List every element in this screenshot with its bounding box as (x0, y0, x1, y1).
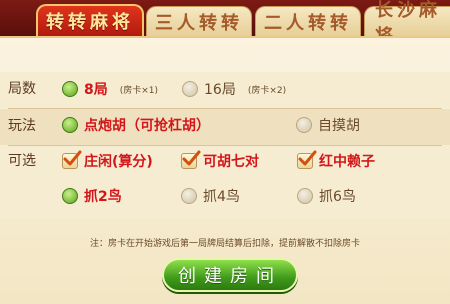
radio-selected-icon (62, 81, 78, 97)
radio-unselected-icon (296, 117, 312, 133)
rounds-option-16-cost: (房卡×2) (247, 85, 287, 96)
optional-dealer-score[interactable]: 庄闲(算分) (62, 150, 153, 171)
tab-zhuanzhuan-mahjong[interactable]: 转转麻将 (36, 4, 144, 36)
radio-unselected-icon (182, 81, 198, 97)
play-label: 玩法 (8, 118, 36, 134)
tab-changsha-mahjong[interactable]: 长沙麻将 (364, 0, 450, 47)
checkbox-checked-icon (181, 150, 201, 169)
radio-unselected-icon (181, 188, 197, 204)
rounds-option-8-cost: (房卡×1) (119, 85, 159, 96)
birds-option-6-label: 抓6鸟 (319, 189, 356, 205)
birds-option-6[interactable]: 抓6鸟 (297, 186, 356, 206)
rounds-option-16-label: 16局 (204, 82, 236, 98)
rounds-option-8[interactable]: 8局 (房卡×1) (62, 79, 158, 99)
optional-red-dragon-wild[interactable]: 红中赖子 (297, 150, 375, 171)
optional-seven-pairs-label: 可胡七对 (203, 154, 259, 170)
checkbox-checked-icon (297, 150, 317, 169)
optional-label: 可选 (8, 153, 36, 169)
radio-selected-icon (62, 188, 78, 204)
play-option-discard-win[interactable]: 点炮胡（可抢杠胡） (62, 115, 210, 135)
rounds-option-16[interactable]: 16局 (房卡×2) (182, 79, 286, 99)
optional-dealer-score-label: 庄闲(算分) (84, 154, 153, 170)
tab-three-player[interactable]: 三人转转 (146, 6, 252, 36)
room-card-note: 注：房卡在开始游戏后第一局牌局结算后扣除，提前解散不扣除房卡 (90, 239, 361, 249)
checkbox-checked-icon (62, 150, 82, 169)
tab-two-player[interactable]: 二人转转 (255, 6, 361, 36)
birds-option-4[interactable]: 抓4鸟 (181, 186, 240, 206)
rounds-label: 局数 (8, 81, 36, 97)
birds-option-4-label: 抓4鸟 (203, 189, 240, 205)
optional-red-dragon-wild-label: 红中赖子 (319, 154, 375, 170)
birds-option-2[interactable]: 抓2鸟 (62, 186, 122, 206)
radio-selected-icon (62, 117, 78, 133)
create-room-button[interactable]: 创建房间 (162, 258, 298, 292)
play-option-discard-win-label: 点炮胡（可抢杠胡） (84, 118, 210, 134)
play-option-self-draw-label: 自摸胡 (318, 118, 360, 134)
radio-unselected-icon (297, 188, 313, 204)
optional-seven-pairs[interactable]: 可胡七对 (181, 150, 259, 171)
game-mode-tabbar: 转转麻将 三人转转 二人转转 长沙麻将 (0, 0, 450, 47)
play-option-self-draw[interactable]: 自摸胡 (296, 115, 360, 135)
birds-option-2-label: 抓2鸟 (84, 189, 122, 205)
rounds-option-8-label: 8局 (84, 82, 108, 98)
